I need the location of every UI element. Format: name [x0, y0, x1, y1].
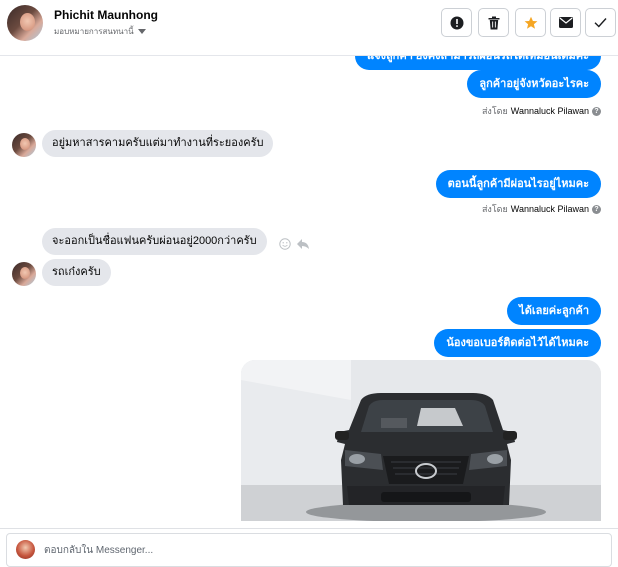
composer-bar: ตอบกลับใน Messenger... — [0, 528, 618, 567]
sent-by-line: ส่งโดย Wannaluck Pilawan ? — [482, 202, 601, 216]
incoming-message[interactable]: จะออกเป็นชื่อแฟนครับผ่อนอยู่2000กว่าครับ — [42, 228, 267, 255]
caret-down-icon — [137, 29, 146, 34]
react-emoji-icon[interactable] — [279, 238, 291, 250]
contact-name[interactable]: Phichit Maunhong — [54, 8, 158, 22]
star-button[interactable] — [515, 8, 546, 37]
sent-by-label: ส่งโดย — [481, 204, 508, 214]
reply-input[interactable]: ตอบกลับใน Messenger... — [6, 533, 612, 567]
sent-by-line: ส่งโดย Wannaluck Pilawan ? — [482, 104, 601, 118]
contact-avatar[interactable] — [12, 262, 36, 286]
sent-by-label: ส่งโดย — [481, 106, 508, 116]
delete-button[interactable] — [478, 8, 509, 37]
outgoing-message[interactable]: ได้เลยค่ะลูกค้า — [507, 297, 601, 325]
envelope-icon — [558, 17, 573, 28]
assign-conversation-dropdown[interactable]: มอบหมายการสนทนานี้ — [54, 25, 146, 38]
mark-done-button[interactable] — [585, 8, 616, 37]
help-icon[interactable]: ? — [592, 204, 601, 214]
car-photo-attachment[interactable] — [241, 360, 601, 521]
sender-name[interactable]: Wannaluck Pilawan — [511, 204, 589, 214]
contact-avatar[interactable] — [12, 133, 36, 157]
alert-icon — [450, 16, 463, 29]
reply-icon[interactable] — [296, 238, 310, 250]
incoming-message[interactable]: รถเก๋งครับ — [42, 259, 111, 286]
incoming-message[interactable]: อยู่มหาสารคามครับแต่มาทำงานที่ระยองครับ — [42, 130, 274, 157]
sender-name[interactable]: Wannaluck Pilawan — [511, 106, 589, 116]
star-icon — [524, 16, 537, 29]
outgoing-message[interactable]: น้องขอเบอร์ติดต่อไว้ได้ไหมคะ — [434, 329, 601, 357]
spam-alert-button[interactable] — [441, 8, 472, 37]
car-image — [241, 360, 601, 521]
help-icon[interactable]: ? — [592, 106, 601, 116]
trash-icon — [488, 16, 499, 29]
check-icon — [594, 18, 607, 28]
assign-label: มอบหมายการสนทนานี้ — [54, 27, 134, 36]
contact-avatar[interactable] — [7, 5, 43, 41]
conversation-header: Phichit Maunhong มอบหมายการสนทนานี้ — [0, 0, 618, 56]
outgoing-message[interactable]: ตอนนี้ลูกค้ามีผ่อนไรอยู่ไหมคะ — [435, 170, 601, 198]
reply-placeholder: ตอบกลับใน Messenger... — [44, 545, 154, 556]
outgoing-message[interactable]: ลูกค้าอยู่จังหวัดอะไรคะ — [467, 70, 601, 98]
page-avatar — [16, 540, 35, 559]
mark-unread-button[interactable] — [550, 8, 581, 37]
